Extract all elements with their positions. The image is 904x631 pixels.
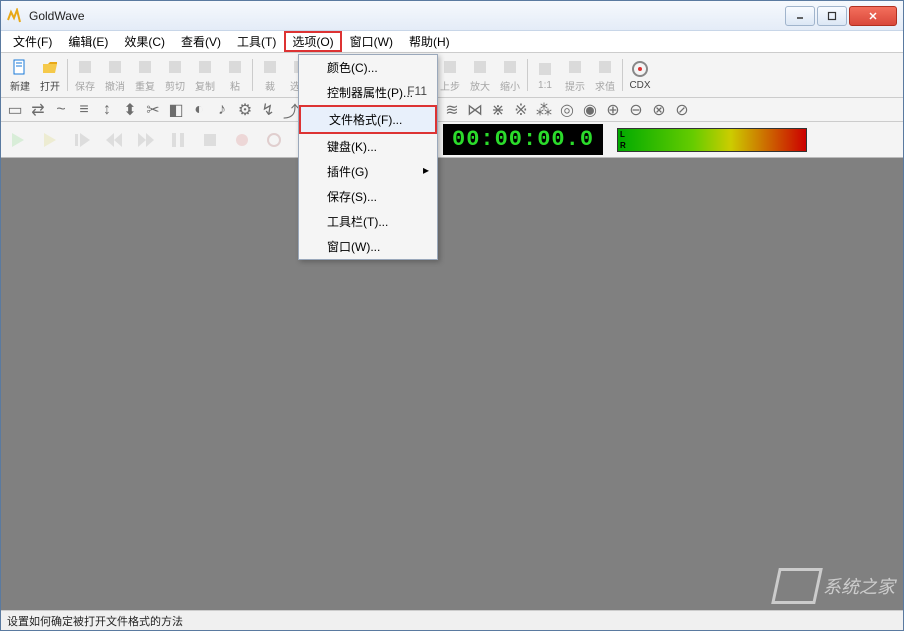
record-alt-button[interactable] <box>261 127 287 153</box>
toolbar-copy-button[interactable]: 复制 <box>190 55 220 95</box>
menu-file[interactable]: 文件(F) <box>5 31 60 52</box>
meter-right-label: R <box>620 141 626 150</box>
effect-button-19[interactable]: ≋ <box>442 101 462 119</box>
toolbar-prev-button[interactable]: 上步 <box>435 55 465 95</box>
dropdown-window[interactable]: 窗口(W)... <box>299 234 437 259</box>
toolbar-zoomout-button[interactable]: 缩小 <box>495 55 525 95</box>
window-frame: GoldWave 文件(F) 编辑(E) 效果(C) 查看(V) 工具(T) 选… <box>0 0 904 631</box>
effect-button-7[interactable]: ◧ <box>166 101 186 119</box>
menu-option[interactable]: 选项(O) <box>284 31 341 52</box>
dropdown-controller-properties[interactable]: 控制器属性(P)...F11 <box>299 80 437 105</box>
effects-toolbar: /* filled below */ ▭⇄~≡↕⬍✂◧◐♪⚙↯⤴⤵▷◁⊞⊟∿≋⋈… <box>1 98 903 122</box>
app-icon <box>7 8 23 24</box>
effect-button-22[interactable]: ※ <box>511 101 531 119</box>
main-toolbar: 新建打开保存撤消重复剪切复制粘裁选示全选选标全显选显上步放大缩小1:1提示求值C… <box>1 53 903 98</box>
menu-effect[interactable]: 效果(C) <box>116 31 173 52</box>
effect-button-10[interactable]: ⚙ <box>235 101 255 119</box>
rewind-button[interactable] <box>101 127 127 153</box>
stop-button[interactable] <box>197 127 223 153</box>
record-button[interactable] <box>229 127 255 153</box>
menu-edit[interactable]: 编辑(E) <box>60 31 116 52</box>
effect-button-21[interactable]: ⋇ <box>488 101 508 119</box>
effect-button-26[interactable]: ⊕ <box>603 101 623 119</box>
status-text: 设置如何确定被打开文件格式的方法 <box>7 613 183 629</box>
options-dropdown: 颜色(C)... 控制器属性(P)...F11 文件格式(F)... 键盘(K)… <box>298 54 438 260</box>
step-play-button[interactable] <box>69 127 95 153</box>
titlebar: GoldWave <box>1 1 903 31</box>
effect-button-5[interactable]: ⬍ <box>120 101 140 119</box>
close-button[interactable] <box>849 6 897 26</box>
toolbar-ratio-button[interactable]: 1:1 <box>530 55 560 95</box>
dropdown-keyboard[interactable]: 键盘(K)... <box>299 134 437 159</box>
meter-left-label: L <box>620 130 625 139</box>
toolbar-undo-button[interactable]: 撤消 <box>100 55 130 95</box>
window-title: GoldWave <box>29 9 785 23</box>
effect-button-20[interactable]: ⋈ <box>465 101 485 119</box>
menu-help[interactable]: 帮助(H) <box>401 31 458 52</box>
pause-button[interactable] <box>165 127 191 153</box>
toolbar-cut-button[interactable]: 剪切 <box>160 55 190 95</box>
forward-button[interactable] <box>133 127 159 153</box>
dropdown-toolbar[interactable]: 工具栏(T)... <box>299 209 437 234</box>
menubar: 文件(F) 编辑(E) 效果(C) 查看(V) 工具(T) 选项(O) 窗口(W… <box>1 31 903 53</box>
workspace: 系统之家 <box>1 158 903 610</box>
effect-button-9[interactable]: ♪ <box>212 101 232 119</box>
toolbar-spec-button[interactable]: 求值 <box>590 55 620 95</box>
toolbar-save-button[interactable]: 保存 <box>70 55 100 95</box>
toolbar-new-button[interactable]: 新建 <box>5 55 35 95</box>
effect-button-6[interactable]: ✂ <box>143 101 163 119</box>
dropdown-save[interactable]: 保存(S)... <box>299 184 437 209</box>
maximize-button[interactable] <box>817 6 847 26</box>
dropdown-file-format[interactable]: 文件格式(F)... <box>299 105 437 134</box>
statusbar: 设置如何确定被打开文件格式的方法 <box>1 610 903 630</box>
toolbar-zoomin-button[interactable]: 放大 <box>465 55 495 95</box>
effect-button-28[interactable]: ⊗ <box>649 101 669 119</box>
toolbar-cdx-button[interactable]: CDX <box>625 55 655 95</box>
effect-button-27[interactable]: ⊖ <box>626 101 646 119</box>
effect-button-8[interactable]: ◐ <box>189 101 209 119</box>
transport-toolbar: ✓ 00:00:00.0 L R <box>1 122 903 158</box>
watermark-text: 系统之家 <box>823 573 895 599</box>
watermark: 系统之家 <box>775 568 895 604</box>
dropdown-color[interactable]: 颜色(C)... <box>299 55 437 80</box>
effect-button-25[interactable]: ◉ <box>580 101 600 119</box>
toolbar-redo-button[interactable]: 重复 <box>130 55 160 95</box>
play-yellow-button[interactable] <box>37 127 63 153</box>
timecode-display: 00:00:00.0 <box>443 124 603 155</box>
play-green-button[interactable] <box>5 127 31 153</box>
toolbar-paste-button[interactable]: 粘 <box>220 55 250 95</box>
effect-button-4[interactable]: ↕ <box>97 101 117 119</box>
effect-button-0[interactable]: ▭ <box>5 101 25 119</box>
toolbar-hint-button[interactable]: 提示 <box>560 55 590 95</box>
toolbar-crop-button[interactable]: 裁 <box>255 55 285 95</box>
menu-window[interactable]: 窗口(W) <box>342 31 401 52</box>
effect-button-3[interactable]: ≡ <box>74 101 94 119</box>
effect-button-24[interactable]: ◎ <box>557 101 577 119</box>
dropdown-plugin[interactable]: 插件(G)▸ <box>299 159 437 184</box>
menu-view[interactable]: 查看(V) <box>173 31 229 52</box>
window-buttons <box>785 6 897 26</box>
effect-button-23[interactable]: ⁂ <box>534 101 554 119</box>
effect-button-2[interactable]: ~ <box>51 101 71 119</box>
effect-button-1[interactable]: ⇄ <box>28 101 48 119</box>
toolbar-open-button[interactable]: 打开 <box>35 55 65 95</box>
watermark-icon <box>771 568 823 604</box>
effect-button-11[interactable]: ↯ <box>258 101 278 119</box>
menu-tool[interactable]: 工具(T) <box>229 31 284 52</box>
minimize-button[interactable] <box>785 6 815 26</box>
level-meter: L R <box>617 128 807 152</box>
effect-button-29[interactable]: ⊘ <box>672 101 692 119</box>
